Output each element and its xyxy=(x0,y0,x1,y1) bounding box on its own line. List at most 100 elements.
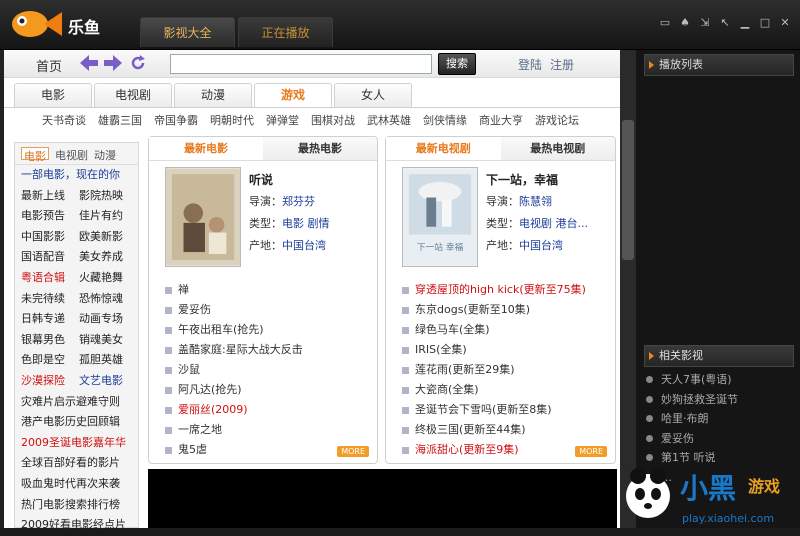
subnav-link[interactable]: 帝国争霸 xyxy=(154,112,198,128)
playlist-header[interactable]: 播放列表 xyxy=(644,54,794,76)
mini-mode-icon[interactable]: ⇲ xyxy=(698,16,712,30)
category-link[interactable]: 最新上线 xyxy=(21,188,79,205)
list-item-title[interactable]: 午夜出租车(抢先) xyxy=(178,320,264,340)
left-tab[interactable]: 电影 xyxy=(21,147,49,163)
tab-category-2[interactable]: 动漫 xyxy=(174,83,252,107)
category-link[interactable]: 色即是空 xyxy=(21,352,79,369)
type-value[interactable]: 电影 剧情 xyxy=(282,217,330,230)
list-item[interactable]: 阿凡达(抢先) xyxy=(165,380,370,400)
tab-hot-movies[interactable]: 最热电影 xyxy=(263,137,377,160)
category-link[interactable]: 动画专场 xyxy=(79,311,137,328)
tab-category-3[interactable]: 游戏 xyxy=(254,83,332,107)
category-link[interactable]: 一部电影，现在的你 xyxy=(21,167,137,184)
list-item[interactable]: 圣诞节会下雪吗(更新至8集) xyxy=(402,400,607,420)
subnav-link[interactable]: 武林英雄 xyxy=(367,112,411,128)
movie-poster[interactable] xyxy=(165,167,241,267)
minimize-icon[interactable]: ▁ xyxy=(738,16,752,30)
subnav-link[interactable]: 天书奇谈 xyxy=(42,112,86,128)
screen-icon[interactable]: ▭ xyxy=(658,16,672,30)
category-link[interactable]: 粤语合辑 xyxy=(21,270,79,287)
list-item-title[interactable]: 盖酷家庭:星际大战大反击 xyxy=(178,340,303,360)
list-item-title[interactable]: 一席之地 xyxy=(178,420,222,440)
category-link[interactable]: 全球百部好看的影片 xyxy=(21,455,137,472)
list-item[interactable]: 东京dogs(更新至10集) xyxy=(402,300,607,320)
origin-value[interactable]: 中国台湾 xyxy=(519,239,563,252)
category-link[interactable]: 恐怖惊魂 xyxy=(79,291,137,308)
list-item-title[interactable]: 禅 xyxy=(178,280,189,300)
tab-latest-movies[interactable]: 最新电影 xyxy=(149,137,263,160)
subnav-link[interactable]: 明朝时代 xyxy=(210,112,254,128)
category-link[interactable]: 2009圣诞电影嘉年华 xyxy=(21,435,137,452)
tv-title[interactable]: 下一站，幸福 xyxy=(486,169,588,191)
list-item[interactable]: 沙鼠 xyxy=(165,360,370,380)
list-item-title[interactable]: 莲花雨(更新至29集) xyxy=(415,360,515,380)
tab-category-1[interactable]: 电视剧 xyxy=(94,83,172,107)
type-value[interactable]: 电视剧 港台... xyxy=(519,217,588,230)
list-item[interactable]: 禅 xyxy=(165,280,370,300)
list-item[interactable]: 终极三国(更新至44集) xyxy=(402,420,607,440)
back-arrow-icon[interactable] xyxy=(80,55,98,71)
video-player[interactable] xyxy=(148,469,617,528)
category-link[interactable]: 银幕男色 xyxy=(21,332,79,349)
category-link[interactable]: 灾难片启示避难守则 xyxy=(21,394,137,411)
list-item-title[interactable]: 绿色马车(全集) xyxy=(415,320,490,340)
skin-icon[interactable]: ♠ xyxy=(678,16,692,30)
more-button[interactable]: MORE xyxy=(337,446,369,457)
tv-poster[interactable]: 下一站 幸福 xyxy=(402,167,478,267)
category-link[interactable]: 电影预告 xyxy=(21,208,79,225)
category-link[interactable]: 港产电影历史回顾辑 xyxy=(21,414,137,431)
category-link[interactable]: 欧美新影 xyxy=(79,229,137,246)
scrollbar-thumb[interactable] xyxy=(622,120,634,260)
category-link[interactable]: 未完待续 xyxy=(21,291,79,308)
related-item[interactable]: 天人7事(粤语) xyxy=(646,370,796,390)
list-item-title[interactable]: 大瓷商(全集) xyxy=(415,380,479,400)
tab-latest-tv[interactable]: 最新电视剧 xyxy=(386,137,501,160)
list-item[interactable]: 大瓷商(全集) xyxy=(402,380,607,400)
category-link[interactable]: 热门电影搜索排行榜 xyxy=(21,497,137,514)
list-item[interactable]: 绿色马车(全集) xyxy=(402,320,607,340)
login-link[interactable]: 登陆 xyxy=(518,56,542,73)
director-value[interactable]: 郑芬芬 xyxy=(282,195,315,208)
subnav-link[interactable]: 雄霸三国 xyxy=(98,112,142,128)
list-item-title[interactable]: 沙鼠 xyxy=(178,360,200,380)
home-link[interactable]: 首页 xyxy=(36,56,62,75)
category-link[interactable]: 国语配音 xyxy=(21,249,79,266)
refresh-icon[interactable] xyxy=(129,55,147,71)
subnav-link[interactable]: 弹弹堂 xyxy=(266,112,299,128)
related-title[interactable]: 哈里·布朗 xyxy=(661,409,709,429)
maximize-icon[interactable]: □ xyxy=(758,16,772,30)
list-item-title[interactable]: 穿透屋顶的high kick(更新至75集) xyxy=(415,280,586,300)
tab-category-0[interactable]: 电影 xyxy=(14,83,92,107)
category-link[interactable]: 火藏艳舞 xyxy=(79,270,137,287)
tab-now-playing[interactable]: 正在播放 xyxy=(238,17,333,47)
origin-value[interactable]: 中国台湾 xyxy=(282,239,326,252)
related-item[interactable]: 爱妥伤 xyxy=(646,429,796,449)
list-item-title[interactable]: 阿凡达(抢先) xyxy=(178,380,242,400)
category-link[interactable]: 沙漠探险 xyxy=(21,373,79,390)
list-item[interactable]: 爱丽丝(2009) xyxy=(165,400,370,420)
list-item[interactable]: 午夜出租车(抢先) xyxy=(165,320,370,340)
related-title[interactable]: 妙狗拯救圣诞节 xyxy=(661,390,738,410)
category-link[interactable]: 吸血鬼时代再次来袭 xyxy=(21,476,137,493)
search-input[interactable] xyxy=(170,54,432,74)
list-item[interactable]: 盖酷家庭:星际大战大反击 xyxy=(165,340,370,360)
list-item-title[interactable]: IRIS(全集) xyxy=(415,340,467,360)
category-link[interactable]: 日韩专递 xyxy=(21,311,79,328)
tab-video-library[interactable]: 影视大全 xyxy=(140,17,235,47)
related-item[interactable]: 妙狗拯救圣诞节 xyxy=(646,390,796,410)
category-link[interactable]: 影院热映 xyxy=(79,188,137,205)
subnav-link[interactable]: 剑侠情缘 xyxy=(423,112,467,128)
subnav-link[interactable]: 商业大亨 xyxy=(479,112,523,128)
list-item[interactable]: 莲花雨(更新至29集) xyxy=(402,360,607,380)
category-link[interactable]: 文艺电影 xyxy=(79,373,137,390)
left-tab[interactable]: 电视剧 xyxy=(55,147,88,162)
list-item[interactable]: 爱妥伤 xyxy=(165,300,370,320)
list-item[interactable]: IRIS(全集) xyxy=(402,340,607,360)
subnav-link[interactable]: 游戏论坛 xyxy=(535,112,579,128)
list-item[interactable]: 穿透屋顶的high kick(更新至75集) xyxy=(402,280,607,300)
director-value[interactable]: 陈慧翎 xyxy=(519,195,552,208)
tab-category-4[interactable]: 女人 xyxy=(334,83,412,107)
related-item[interactable]: 哈里·布朗 xyxy=(646,409,796,429)
category-link[interactable]: 美女养成 xyxy=(79,249,137,266)
category-link[interactable]: 孤胆英雄 xyxy=(79,352,137,369)
